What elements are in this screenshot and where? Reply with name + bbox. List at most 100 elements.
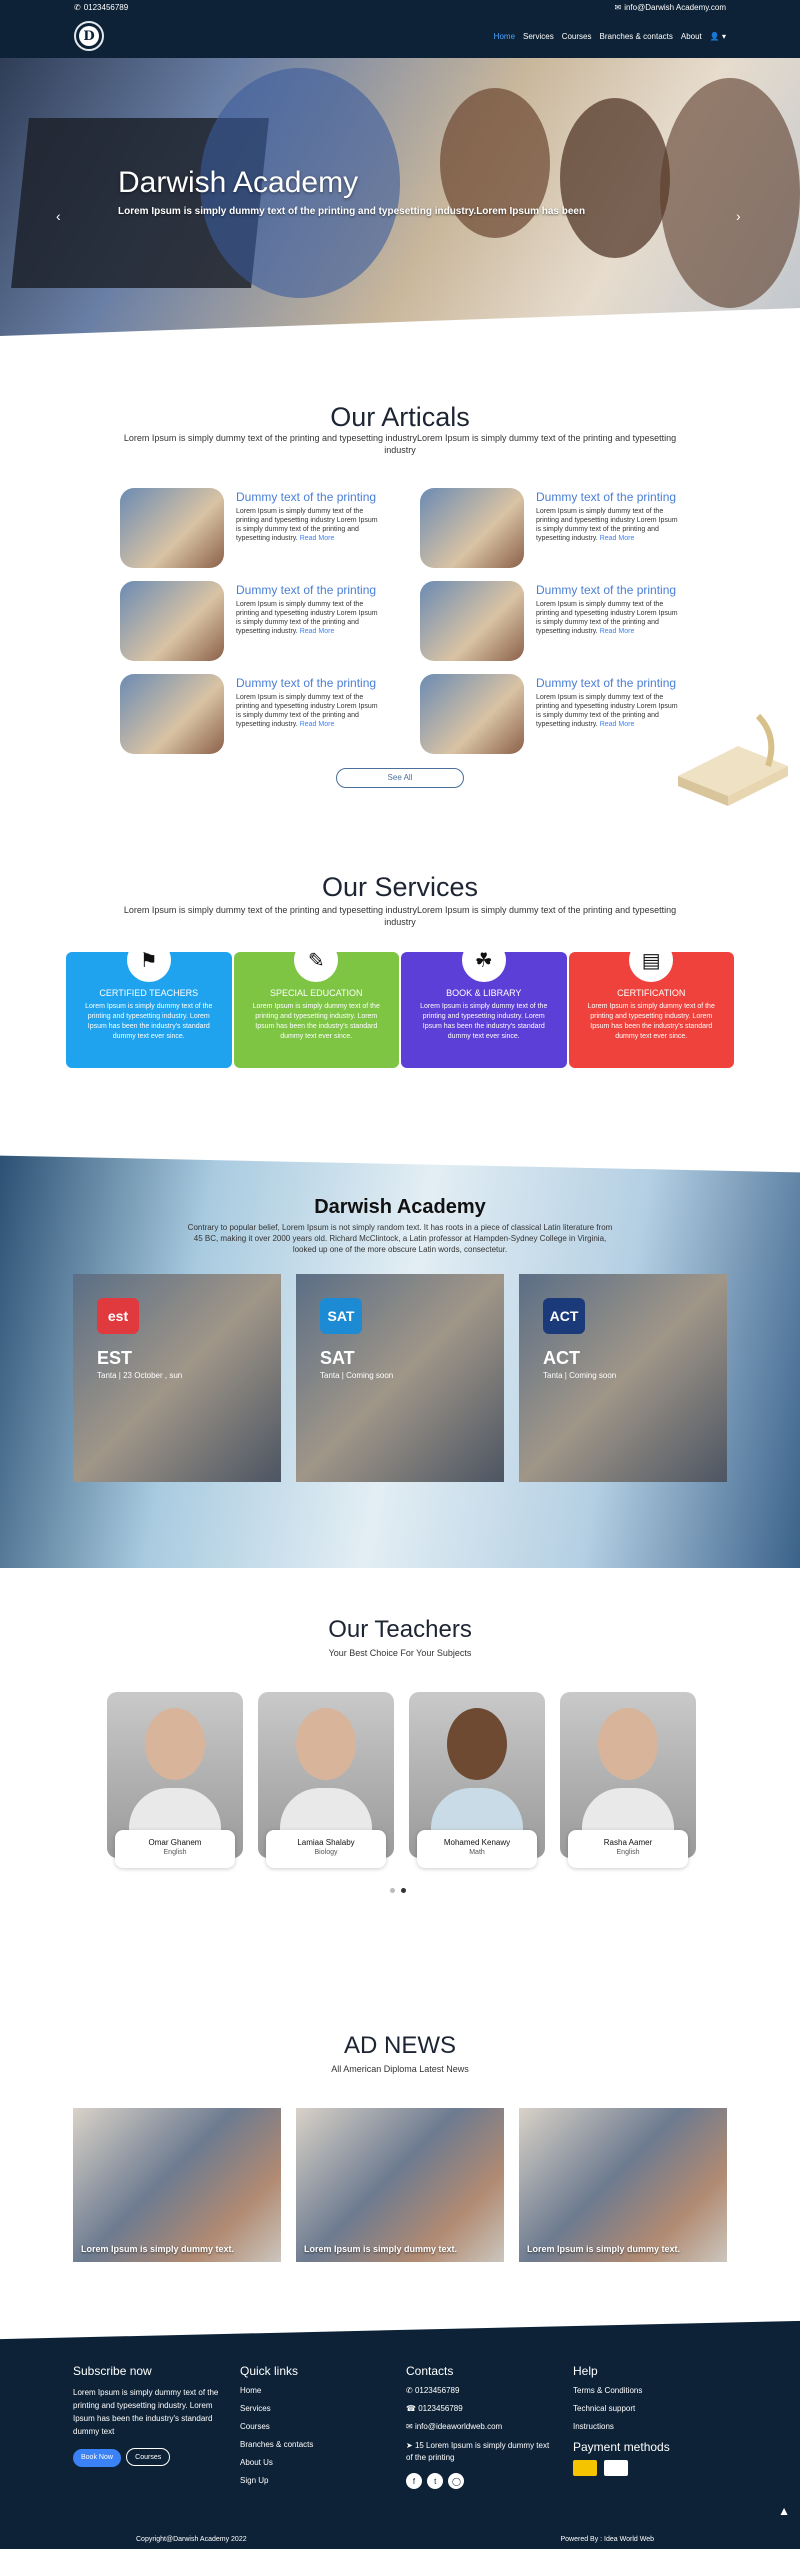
section-divider (0, 1144, 800, 1173)
read-more-link[interactable]: Read More (600, 721, 635, 728)
services-subtitle: Lorem Ipsum is simply dummy text of the … (123, 905, 677, 927)
main-nav: Home Services Courses Branches & contact… (494, 32, 726, 41)
logo[interactable]: D (74, 21, 104, 51)
nav-courses[interactable]: Courses (562, 32, 592, 41)
teacher-card[interactable]: Rasha Aamer English (560, 1692, 696, 1868)
teacher-card[interactable]: Lamiaa Shalaby Biology (258, 1692, 394, 1868)
read-more-link[interactable]: Read More (300, 628, 335, 635)
facebook-icon[interactable]: f (406, 2473, 422, 2489)
footer-link-signup[interactable]: Sign Up (240, 2476, 380, 2485)
hero-slider: Darwish Academy Lorem Ipsum is simply du… (0, 58, 800, 352)
articles-subtitle: Lorem Ipsum is simply dummy text of the … (123, 433, 677, 455)
exam-card-sat[interactable]: SAT SAT Tanta | Coming soon (296, 1274, 504, 1482)
article-image (420, 674, 524, 754)
article-image (420, 488, 524, 568)
article-image (120, 488, 224, 568)
chevron-left-icon[interactable]: ‹ (56, 208, 61, 224)
read-more-link[interactable]: Read More (600, 535, 635, 542)
footer-link-services[interactable]: Services (240, 2404, 380, 2413)
payment-card-icon (573, 2460, 597, 2476)
read-more-link[interactable]: Read More (300, 721, 335, 728)
teacher-photo (447, 1708, 507, 1780)
copyright: Copyright@Darwish Academy 2022 (136, 2536, 247, 2543)
carousel-dot-active[interactable] (401, 1888, 406, 1893)
article-card[interactable]: Dummy text of the printing Lorem Ipsum is… (420, 581, 680, 661)
location-icon: ➤ (406, 2441, 413, 2450)
service-card[interactable]: ☘ BOOK & LIBRARY Lorem Ipsum is simply dum… (401, 938, 567, 1068)
footer: Subscribe now Lorem Ipsum is simply dumm… (0, 2290, 800, 2549)
article-image (120, 581, 224, 661)
teacher-photo (598, 1708, 658, 1780)
footer-whatsapp[interactable]: ☎ 0123456789 (406, 2404, 556, 2413)
academy-section: Darwish Academy Contrary to popular beli… (0, 1144, 800, 1568)
carousel-dot[interactable] (390, 1888, 395, 1893)
footer-link-instructions[interactable]: Instructions (573, 2422, 723, 2431)
teacher-card[interactable]: Mohamed Kenawy Math (409, 1692, 545, 1868)
footer-link-branches[interactable]: Branches & contacts (240, 2440, 380, 2449)
news-card[interactable]: Lorem Ipsum is simply dummy text. (296, 2108, 504, 2262)
book-decoration (678, 713, 788, 806)
footer-quick-links: Quick links Home Services Courses Branch… (240, 2364, 380, 2494)
book-now-button[interactable]: Book Now (73, 2449, 121, 2467)
payment-wallet-icon (604, 2460, 629, 2476)
article-card[interactable]: Dummy text of the printing Lorem Ipsum is… (120, 581, 380, 661)
news-card[interactable]: Lorem Ipsum is simply dummy text. (73, 2108, 281, 2262)
hero-image-shape (560, 98, 670, 258)
article-card[interactable]: Dummy text of the printing Lorem Ipsum is… (420, 674, 680, 754)
read-more-link[interactable]: Read More (300, 535, 335, 542)
mail-icon: ✉ (406, 2422, 413, 2431)
chevron-down-icon: ▾ (721, 31, 726, 41)
top-email[interactable]: ✉ info@Darwish Academy.com (615, 3, 727, 12)
exam-cards: est EST Tanta | 23 October , sun SAT SAT Tan… (73, 1274, 727, 1482)
footer-phone[interactable]: ✆ 0123456789 (406, 2386, 556, 2395)
footer-link-support[interactable]: Technical support (573, 2404, 723, 2413)
footer-link-courses[interactable]: Courses (240, 2422, 380, 2431)
service-card[interactable]: ▤ CERTIFICATION Lorem Ipsum is simply dumm… (568, 938, 734, 1068)
nav-branches[interactable]: Branches & contacts (600, 32, 673, 41)
user-menu[interactable]: 👤 ▾ (710, 32, 726, 41)
articles-title: Our Articals (330, 402, 470, 432)
hero-image-shape (660, 78, 800, 308)
service-card[interactable]: ⚑ CERTIFIED TEACHERS Lorem Ipsum is simply… (66, 938, 232, 1068)
nav-services[interactable]: Services (523, 32, 554, 41)
reading-icon: ✎ (294, 938, 339, 982)
service-card[interactable]: ✎ SPECIAL EDUCATION Lorem Ipsum is simply … (233, 938, 399, 1068)
articles-grid: Dummy text of the printing Lorem Ipsum is… (120, 488, 680, 754)
footer-link-about[interactable]: About Us (240, 2458, 380, 2467)
scroll-top-icon[interactable]: ▲ (778, 2504, 790, 2518)
article-image (120, 674, 224, 754)
services-row: ⚑ CERTIFIED TEACHERS Lorem Ipsum is simply… (66, 938, 734, 1068)
nav-home[interactable]: Home (494, 32, 515, 41)
top-phone[interactable]: ✆ 0123456789 (74, 3, 128, 12)
teachers-carousel: Omar Ghanem English Lamiaa Shalaby Biology… (107, 1692, 696, 1868)
powered-by: Powered By : Idea World Web (560, 2536, 654, 2543)
exam-card-act[interactable]: ACT ACT Tanta | Coming soon (519, 1274, 727, 1482)
footer-link-home[interactable]: Home (240, 2386, 380, 2395)
teacher-photo (296, 1708, 356, 1780)
courses-button[interactable]: Courses (126, 2448, 171, 2466)
read-more-link[interactable]: Read More (600, 628, 635, 635)
footer-link-terms[interactable]: Terms & Conditions (573, 2386, 723, 2395)
phone-icon: ✆ (74, 2, 81, 12)
top-bar: ✆ 0123456789 ✉ info@Darwish Academy.com (0, 0, 800, 14)
footer-email[interactable]: ✉ info@ideaworldweb.com (406, 2422, 556, 2431)
instagram-icon[interactable]: ◯ (448, 2473, 465, 2489)
see-all-button[interactable]: See All (336, 768, 464, 788)
teacher-card[interactable]: Omar Ghanem English (107, 1692, 243, 1868)
services-title: Our Services (321, 872, 479, 902)
article-card[interactable]: Dummy text of the printing Lorem Ipsum is… (120, 488, 380, 568)
teacher-icon: ⚑ (126, 938, 171, 982)
sat-logo: SAT (320, 1298, 362, 1334)
twitter-icon[interactable]: t (427, 2473, 444, 2489)
nav-about[interactable]: About (681, 32, 702, 41)
news-title: AD NEWS (343, 2032, 456, 2059)
article-card[interactable]: Dummy text of the printing Lorem Ipsum is… (120, 674, 380, 754)
article-card[interactable]: Dummy text of the printing Lorem Ipsum is… (420, 488, 680, 568)
exam-card-est[interactable]: est EST Tanta | 23 October , sun (73, 1274, 281, 1482)
user-icon: 👤 (709, 31, 720, 41)
academy-title: Darwish Academy (314, 1196, 486, 1218)
hero-wave (0, 307, 800, 352)
chevron-right-icon[interactable]: › (736, 208, 741, 224)
phone-icon: ✆ (406, 2386, 413, 2395)
news-card[interactable]: Lorem Ipsum is simply dummy text. (519, 2108, 727, 2262)
